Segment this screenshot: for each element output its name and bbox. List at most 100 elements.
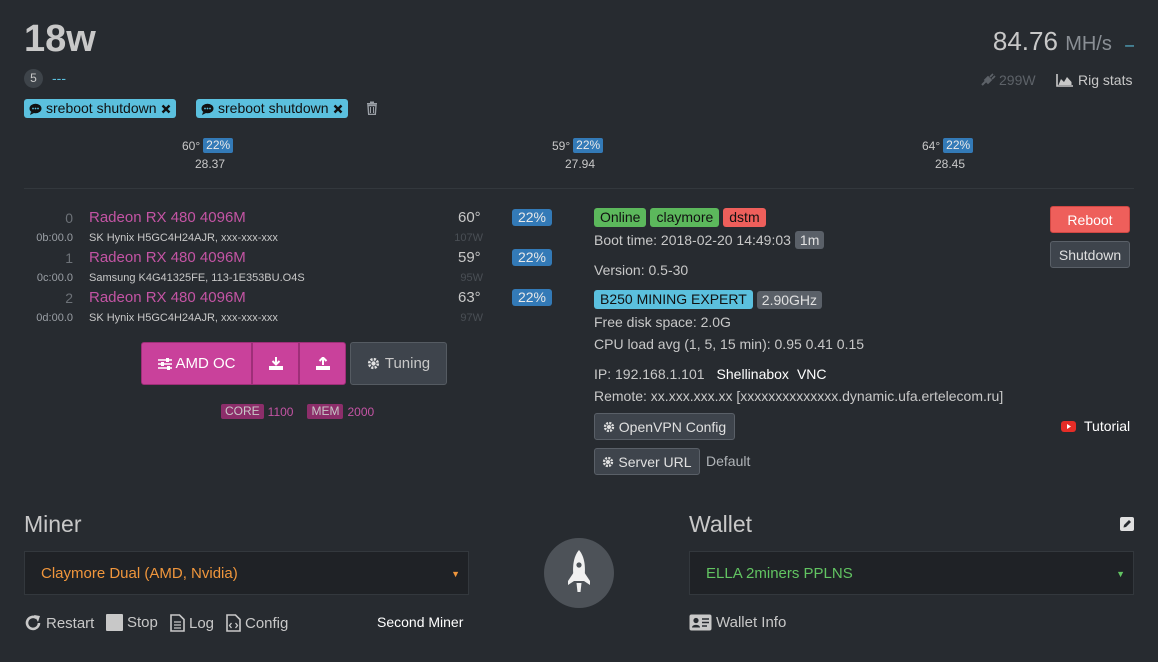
- refresh-icon: [25, 615, 41, 631]
- gpu-watts: 97W: [460, 312, 483, 324]
- reboot-button[interactable]: Reboot: [1050, 206, 1130, 233]
- rocket-icon: [568, 550, 590, 592]
- stop-link[interactable]: Stop: [106, 614, 158, 631]
- gpu-summary-1-hash: 27.94: [565, 157, 596, 171]
- oc-values: CORE 1100 MEM 2000: [221, 404, 374, 419]
- edit-icon[interactable]: [1120, 517, 1134, 531]
- gpu-summary-2-hash: 28.45: [935, 157, 966, 171]
- file-code-icon: [226, 614, 241, 632]
- ip-text: IP: 192.168.1.101: [594, 366, 705, 382]
- shutdown-button[interactable]: Shutdown: [1050, 241, 1130, 268]
- vnc-link[interactable]: VNC: [797, 366, 827, 382]
- uptime-badge: 1m: [794, 231, 825, 249]
- restart-link[interactable]: Restart: [24, 614, 94, 632]
- wallet-heading: Wallet: [689, 511, 753, 537]
- gpu-memory: SK Hynix H5GC4H24AJR, xxx-xxx-xxx: [89, 312, 278, 324]
- mem-value: 2000: [347, 404, 375, 419]
- gpu-watts: 107W: [454, 232, 483, 244]
- shellinabox-link[interactable]: Shellinabox: [717, 366, 789, 382]
- log-label: Log: [189, 614, 215, 632]
- download-oc-button[interactable]: [252, 342, 299, 385]
- hashrate-unit: MH/s: [1065, 33, 1112, 55]
- gpu-name[interactable]: Radeon RX 480 4096M: [89, 249, 246, 266]
- wallet-select[interactable]: ELLA 2miners PPLNS ▼: [689, 551, 1134, 595]
- gpu-name[interactable]: Radeon RX 480 4096M: [89, 289, 246, 306]
- gpu-index: 2: [65, 290, 73, 306]
- trash-icon[interactable]: [366, 101, 378, 115]
- wallet-info-label: Wallet Info: [716, 614, 787, 631]
- server-url-value: Default: [706, 453, 751, 469]
- second-miner-link[interactable]: Second Miner: [377, 614, 463, 630]
- cpu-freq-badge: 2.90GHz: [756, 290, 823, 309]
- config-label: Config: [245, 614, 289, 632]
- close-icon[interactable]: [161, 104, 171, 114]
- chevron-down-icon: ▼: [451, 569, 460, 579]
- gpu-index: 0: [65, 210, 73, 226]
- plug-icon: [981, 73, 996, 86]
- tuning-label: Tuning: [384, 355, 431, 372]
- gpu-temp: 60°: [182, 138, 201, 153]
- gpu-memory: Samsung K4G41325FE, 113-1E353BU.O4S: [89, 272, 305, 284]
- download-icon: [268, 357, 283, 370]
- boot-time: Boot time: 2018-02-20 14:49:03: [594, 232, 791, 248]
- online-badge: Online: [594, 208, 647, 227]
- wallet-info-link[interactable]: Wallet Info: [689, 614, 786, 631]
- total-hashrate: 84.76 MH/s –: [993, 26, 1134, 57]
- miner2-badge: dstm: [723, 208, 766, 227]
- rig-stats-link[interactable]: Rig stats: [1056, 72, 1132, 88]
- close-icon[interactable]: [333, 104, 343, 114]
- miner-heading: Miner: [24, 511, 82, 537]
- miner-badge: claymore: [650, 208, 720, 227]
- gpu-name[interactable]: Radeon RX 480 4096M: [89, 209, 246, 226]
- version-text: Version: 0.5-30: [594, 262, 689, 278]
- gpu-summary-0-hash: 28.37: [195, 157, 226, 171]
- worker-id-badge: 5: [24, 69, 43, 88]
- openvpn-config-button[interactable]: OpenVPN Config: [594, 413, 735, 440]
- core-value: 1100: [267, 404, 294, 419]
- gear-icon: [367, 357, 379, 370]
- rig-stats-label: Rig stats: [1078, 72, 1133, 88]
- gpu-summary-1-temp: 59° 22%: [552, 138, 604, 153]
- gpu-bus: 0d:00.0: [36, 312, 73, 324]
- config-link[interactable]: Config: [226, 614, 288, 632]
- amd-oc-button[interactable]: AMD OC: [141, 342, 252, 385]
- disk-space-text: Free disk space: 2.0G: [594, 314, 731, 330]
- gpu-memory: SK Hynix H5GC4H24AJR, xxx-xxx-xxx: [89, 232, 278, 244]
- stop-label: Stop: [127, 614, 158, 631]
- server-url-button[interactable]: Server URL: [594, 448, 700, 475]
- gpu-temp: 60°: [458, 209, 481, 226]
- tag-label: sreboot shutdown: [46, 100, 157, 116]
- power-value: 299W: [999, 72, 1036, 88]
- hashrate-value: 84.76: [992, 26, 1058, 56]
- upload-icon: [315, 357, 330, 370]
- gear-icon: [603, 456, 614, 467]
- gpu-watts: 95W: [460, 272, 483, 284]
- mem-label: MEM: [307, 404, 344, 419]
- youtube-icon: [1061, 420, 1076, 432]
- openvpn-label: OpenVPN Config: [618, 418, 727, 435]
- gpu-temp: 64°: [922, 138, 941, 153]
- tutorial-link[interactable]: Tutorial: [1061, 418, 1130, 434]
- launch-button[interactable]: [544, 538, 614, 608]
- gear-icon: [603, 421, 614, 432]
- tag-label: sreboot shutdown: [218, 100, 329, 116]
- log-link[interactable]: Log: [170, 614, 214, 632]
- stop-icon: [106, 614, 123, 631]
- gpu-index: 1: [65, 250, 73, 266]
- miner-select[interactable]: Claymore Dual (AMD, Nvidia) ▼: [24, 551, 469, 595]
- gpu-fan: 22%: [943, 138, 974, 153]
- comment-icon: [29, 103, 42, 115]
- worker-description[interactable]: ---: [52, 70, 66, 86]
- tuning-button[interactable]: Tuning: [350, 342, 447, 385]
- server-url-label: Server URL: [618, 453, 692, 470]
- core-label: CORE: [221, 404, 264, 419]
- tag-sreboot-shutdown-1[interactable]: sreboot shutdown: [24, 99, 176, 118]
- gpu-fan-badge: 22%: [512, 249, 552, 266]
- gpu-temp: 59°: [552, 138, 571, 153]
- tag-sreboot-shutdown-2[interactable]: sreboot shutdown: [196, 99, 348, 118]
- gpu-bus: 0c:00.0: [36, 272, 73, 284]
- power-consumption: 299W: [980, 72, 1036, 88]
- comment-icon: [201, 103, 214, 115]
- upload-oc-button[interactable]: [299, 342, 346, 385]
- tutorial-label: Tutorial: [1084, 418, 1131, 434]
